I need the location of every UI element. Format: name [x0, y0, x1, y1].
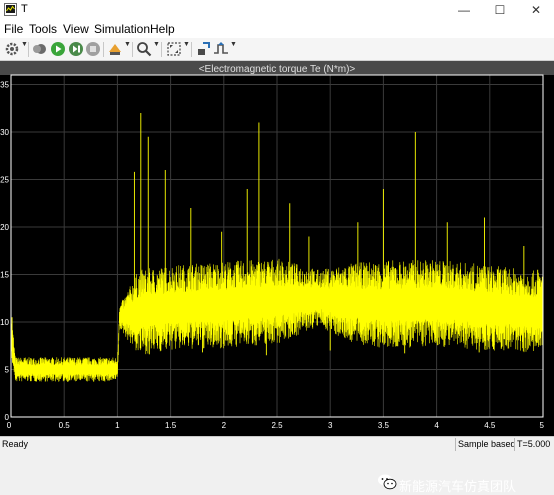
x-tick-label: 1 — [115, 421, 120, 430]
stop-button[interactable] — [84, 40, 102, 58]
menu-bar: File Tools View Simulation Help — [0, 20, 554, 38]
toolbar-separator — [132, 42, 133, 57]
toolbar-separator — [103, 42, 104, 57]
minimize-button[interactable]: — — [446, 0, 482, 20]
wechat-logo-icon — [378, 474, 397, 490]
toolbar-separator — [191, 42, 192, 57]
restore-button[interactable] — [31, 40, 49, 58]
x-tick-label: 2.5 — [271, 421, 283, 430]
run-icon — [51, 42, 65, 56]
fit-to-view-button[interactable] — [165, 40, 183, 58]
toolbar: ▼ ▼ ▼ ▼ ▼ — [0, 38, 554, 61]
status-divider — [455, 438, 456, 451]
highlight-button[interactable] — [106, 40, 124, 58]
y-tick-label: 15 — [0, 271, 9, 280]
run-button[interactable] — [49, 40, 67, 58]
y-tick-label: 20 — [0, 223, 9, 232]
close-button[interactable]: ✕ — [518, 0, 554, 20]
scope-app-icon — [4, 3, 17, 16]
menu-tools[interactable]: Tools — [29, 22, 57, 36]
zoom-icon — [137, 42, 152, 57]
x-tick-label: 0.5 — [59, 421, 71, 430]
zoom-button[interactable] — [135, 40, 153, 58]
highlight-icon — [109, 44, 121, 55]
watermark: 新能源汽车仿真团队 — [377, 473, 549, 495]
zoom-dropdown-icon[interactable]: ▼ — [153, 41, 160, 48]
y-tick-label: 25 — [0, 176, 9, 185]
y-tick-label: 30 — [0, 128, 9, 137]
cursor-measure-icon — [198, 42, 210, 55]
scope-display: <Electromagnetic torque Te (N*m)> 0 5 10 15… — [0, 61, 554, 495]
y-tick-label: 10 — [0, 318, 9, 327]
x-tick-label: 3 — [328, 421, 333, 430]
x-tick-label: 4 — [434, 421, 439, 430]
status-divider — [514, 438, 515, 451]
menu-file[interactable]: File — [4, 22, 23, 36]
highlight-dropdown-icon[interactable]: ▼ — [124, 41, 131, 48]
x-tick-label: 2 — [222, 421, 227, 430]
scope-plot[interactable]: <Electromagnetic torque Te (N*m)> 051015… — [0, 61, 554, 436]
maximize-icon: ☐ — [494, 3, 506, 17]
menu-view[interactable]: View — [63, 22, 89, 36]
cursor-measure-button[interactable] — [195, 40, 213, 58]
close-icon: ✕ — [530, 3, 542, 17]
step-forward-icon — [69, 42, 83, 56]
y-tick-label: 5 — [5, 366, 10, 375]
triggers-button[interactable] — [212, 40, 230, 58]
toolbar-separator — [161, 42, 162, 57]
x-tick-label: 1.5 — [165, 421, 177, 430]
gear-icon — [5, 42, 19, 56]
minimize-icon: — — [458, 3, 470, 17]
x-tick-label: 0 — [7, 421, 12, 430]
x-tick-label: 3.5 — [378, 421, 390, 430]
step-forward-button[interactable] — [67, 40, 85, 58]
status-bar: Ready Sample based T=5.000 — [0, 436, 554, 452]
fit-dropdown-icon[interactable]: ▼ — [183, 41, 190, 48]
plot-title: <Electromagnetic torque Te (N*m)> — [199, 64, 356, 75]
settings-button[interactable] — [3, 40, 21, 58]
triggers-icon — [214, 42, 228, 54]
toolbar-separator — [28, 42, 29, 57]
restore-icon — [33, 44, 46, 54]
x-tick-label: 5 — [540, 421, 545, 430]
stop-icon — [86, 42, 100, 56]
menu-simulation[interactable]: Simulation — [94, 22, 150, 36]
y-tick-label: 35 — [0, 81, 9, 90]
watermark-text: 新能源汽车仿真团队 — [399, 480, 517, 495]
maximize-button[interactable]: ☐ — [482, 0, 518, 20]
menu-help[interactable]: Help — [150, 22, 175, 36]
x-tick-label: 4.5 — [484, 421, 496, 430]
settings-dropdown-icon[interactable]: ▼ — [21, 41, 28, 48]
fit-to-view-icon — [167, 42, 181, 56]
status-sim-time: T=5.000 — [517, 439, 551, 449]
triggers-dropdown-icon[interactable]: ▼ — [230, 41, 237, 48]
status-state: Ready — [2, 439, 29, 449]
window-title: T — [21, 3, 28, 15]
status-sample-mode: Sample based — [458, 439, 516, 449]
window-title-bar: T — ☐ ✕ — [0, 0, 554, 20]
